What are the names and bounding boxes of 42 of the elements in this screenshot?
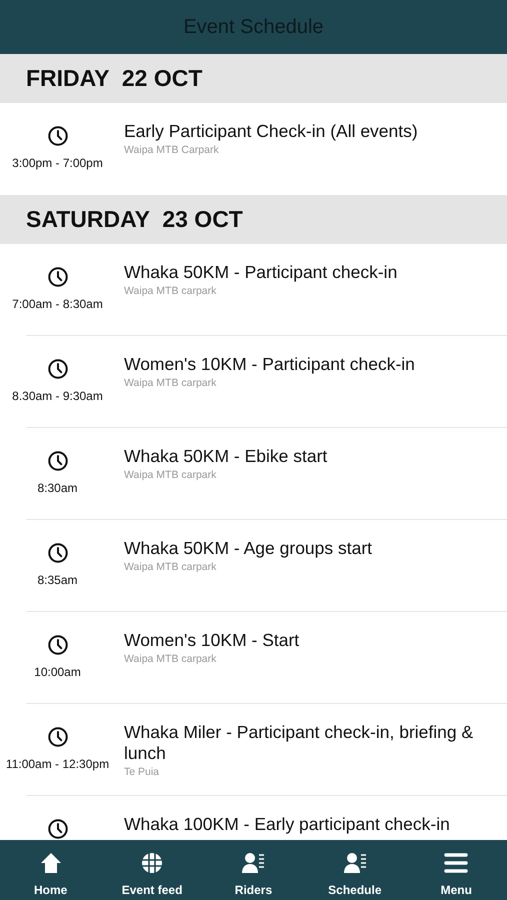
clock-icon: [46, 358, 68, 380]
event-time: 7:00am - 8:30am: [12, 297, 103, 311]
event-time: 8:30am: [37, 481, 78, 495]
event-title[interactable]: Women's 10KM - Start: [124, 630, 300, 651]
event-location: Waipa MTB carpark: [124, 469, 218, 481]
event-time: 10:00am: [34, 665, 81, 679]
event-time: 11:00am - 12:30pm: [6, 757, 110, 771]
clock-icon: [46, 726, 68, 748]
person-list-icon: [342, 851, 367, 875]
clock-icon: [46, 818, 68, 840]
tab-button[interactable]: Riders: [208, 840, 298, 900]
event-time: 3:00pm - 7:00pm: [12, 156, 103, 170]
event-location: Waipa MTB carpark: [124, 377, 218, 389]
event-title[interactable]: Whaka 100KM - Early participant check-in: [124, 814, 450, 835]
menu-icon: [444, 851, 468, 875]
person-list-icon: [241, 851, 266, 875]
tab-button[interactable]: Menu: [411, 840, 502, 900]
tab-button[interactable]: Event feed: [107, 840, 198, 900]
event-location: Te Puia: [124, 766, 160, 778]
event-title[interactable]: Whaka 50KM - Participant check-in: [124, 262, 398, 283]
clock-icon: [46, 450, 68, 472]
event-title[interactable]: Whaka Miler - Participant check-in, briefing & lunch: [124, 722, 487, 764]
clock-icon: [46, 125, 68, 147]
event-title[interactable]: Women's 10KM - Participant check-in: [124, 354, 415, 375]
day-heading: SATURDAY 23 OCT: [26, 206, 243, 233]
event-location: Waipa MTB carpark: [124, 653, 218, 665]
event-location: Waipa MTB carpark: [124, 561, 218, 573]
event-title[interactable]: Whaka 50KM - Age groups start: [124, 538, 372, 559]
event-time: 8:35am: [37, 573, 78, 587]
event-location: Waipa MTB carpark: [124, 285, 218, 297]
event-title[interactable]: Early Participant Check-in (All events): [124, 121, 418, 142]
clock-icon: [46, 634, 68, 656]
tab-button[interactable]: Home: [6, 840, 96, 900]
day-heading: FRIDAY 22 OCT: [26, 65, 202, 92]
home-icon: [38, 851, 63, 875]
event-title[interactable]: Whaka 50KM - Ebike start: [124, 446, 328, 467]
event-time: 8.30am - 9:30am: [12, 389, 103, 403]
tab-button[interactable]: Schedule: [310, 840, 400, 900]
clock-icon: [46, 266, 68, 288]
event-location: Waipa MTB Carpark: [124, 144, 220, 156]
globe-icon: [140, 851, 164, 875]
clock-icon: [46, 542, 68, 564]
